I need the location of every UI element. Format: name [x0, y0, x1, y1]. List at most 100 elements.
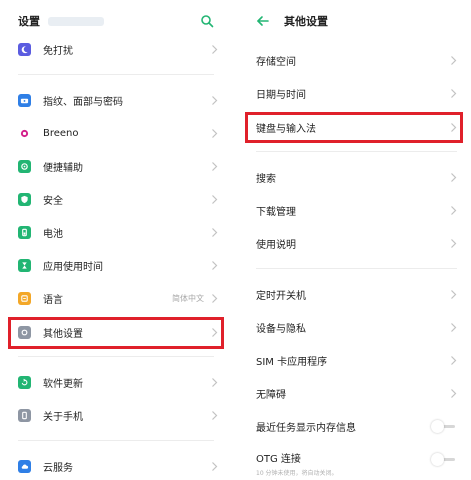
update-icon	[18, 376, 31, 389]
chevron-right-icon	[212, 411, 218, 420]
other-item-label: 定时开关机	[256, 291, 306, 302]
other-item-sim-apps[interactable]: SIM 卡应用程序	[240, 344, 471, 377]
chevron-right-icon	[212, 328, 218, 337]
back-arrow-icon[interactable]	[256, 14, 270, 28]
phone-info-icon	[18, 409, 31, 422]
cloud-icon	[18, 460, 31, 473]
chevron-right-icon	[451, 89, 457, 98]
settings-item-label: 电池	[43, 229, 63, 240]
other-settings-panel: 其他设置 存储空间 日期与时间 键盘与输入法 搜索 下载管理 使用说明 定时开关…	[240, 0, 471, 480]
search-icon[interactable]	[200, 14, 214, 28]
other-item-label: 使用说明	[256, 240, 296, 251]
settings-item-assist[interactable]: 便捷辅助	[0, 150, 232, 183]
other-item-label: 下载管理	[256, 207, 296, 218]
settings-item-label: 其他设置	[43, 329, 83, 340]
language-value: 简体中文	[172, 294, 204, 303]
settings-item-about-phone[interactable]: 关于手机	[0, 399, 232, 432]
toggle-knob	[431, 420, 444, 433]
language-icon	[18, 292, 31, 305]
other-item-label: 日期与时间	[256, 90, 306, 101]
settings-item-breeno[interactable]: Breeno	[0, 117, 232, 150]
other-item-search[interactable]: 搜索	[240, 161, 471, 194]
other-settings-header: 其他设置	[240, 10, 471, 32]
chevron-right-icon	[212, 228, 218, 237]
settings-item-label: 应用使用时间	[43, 262, 103, 273]
settings-item-app-usage-time[interactable]: 应用使用时间	[0, 249, 232, 282]
hourglass-icon	[18, 259, 31, 272]
blurred-account	[48, 16, 104, 26]
settings-item-label: 指纹、面部与密码	[43, 97, 123, 108]
chevron-right-icon	[212, 462, 218, 471]
page-title: 其他设置	[284, 15, 328, 28]
other-item-label: 键盘与输入法	[256, 124, 316, 135]
chevron-right-icon	[212, 45, 218, 54]
other-item-download-manager[interactable]: 下载管理	[240, 194, 471, 227]
settings-item-label: 语言	[43, 295, 63, 306]
chevron-right-icon	[451, 323, 457, 332]
divider	[18, 74, 214, 75]
other-item-label: 最近任务显示内存信息	[256, 423, 356, 434]
other-settings-icon	[18, 326, 31, 339]
battery-icon	[18, 226, 31, 239]
other-item-user-guide[interactable]: 使用说明	[240, 227, 471, 260]
recent-tasks-memory-toggle[interactable]	[431, 420, 457, 433]
other-item-device-privacy[interactable]: 设备与隐私	[240, 311, 471, 344]
page-title: 设置	[18, 15, 40, 28]
divider	[256, 151, 457, 152]
settings-item-label: 便捷辅助	[43, 163, 83, 174]
other-item-keyboard-input[interactable]: 键盘与输入法	[240, 111, 471, 144]
other-item-date-time[interactable]: 日期与时间	[240, 77, 471, 110]
status-bar	[240, 0, 471, 8]
divider	[18, 356, 214, 357]
breeno-icon	[18, 127, 31, 140]
moon-icon	[18, 43, 31, 56]
settings-item-do-not-disturb[interactable]: 免打扰	[0, 33, 232, 66]
chevron-right-icon	[451, 290, 457, 299]
assist-icon	[18, 160, 31, 173]
other-item-recent-tasks-memory[interactable]: 最近任务显示内存信息	[240, 410, 471, 443]
settings-item-fingerprint[interactable]: 指纹、面部与密码	[0, 84, 232, 117]
chevron-right-icon	[212, 294, 218, 303]
other-item-label: 无障碍	[256, 390, 286, 401]
other-item-label: 存储空间	[256, 57, 296, 68]
chevron-right-icon	[212, 195, 218, 204]
chevron-right-icon	[451, 206, 457, 215]
fingerprint-icon	[18, 94, 31, 107]
settings-item-label: 关于手机	[43, 412, 83, 423]
other-item-otg[interactable]: OTG 连接 10 分钟未使用，将自动关闭。	[240, 443, 471, 477]
settings-header: 设置	[0, 10, 232, 32]
shield-icon	[18, 193, 31, 206]
chevron-right-icon	[451, 239, 457, 248]
chevron-right-icon	[451, 123, 457, 132]
other-item-label: OTG 连接	[256, 454, 301, 465]
otg-description: 10 分钟未使用，将自动关闭。	[256, 470, 338, 477]
other-item-label: 搜索	[256, 174, 276, 185]
chevron-right-icon	[451, 356, 457, 365]
settings-item-label: 安全	[43, 196, 63, 207]
chevron-right-icon	[451, 56, 457, 65]
other-item-accessibility[interactable]: 无障碍	[240, 377, 471, 410]
chevron-right-icon	[212, 129, 218, 138]
chevron-right-icon	[451, 389, 457, 398]
settings-item-battery[interactable]: 电池	[0, 216, 232, 249]
settings-item-language[interactable]: 语言 简体中文	[0, 282, 232, 315]
settings-item-label: Breeno	[43, 128, 79, 139]
chevron-right-icon	[212, 96, 218, 105]
settings-item-other-settings[interactable]: 其他设置	[0, 316, 232, 349]
toggle-knob	[431, 453, 444, 466]
settings-item-label: 软件更新	[43, 379, 83, 390]
settings-item-software-update[interactable]: 软件更新	[0, 366, 232, 399]
other-item-scheduled-power[interactable]: 定时开关机	[240, 278, 471, 311]
divider	[18, 440, 214, 441]
other-item-label: 设备与隐私	[256, 324, 306, 335]
settings-panel: 设置 免打扰 指纹、面部与密码 Breeno 便捷辅助 安全 电池 应用使用时间…	[0, 0, 232, 480]
other-item-storage[interactable]: 存储空间	[240, 44, 471, 77]
chevron-right-icon	[451, 173, 457, 182]
otg-toggle[interactable]	[431, 453, 457, 466]
chevron-right-icon	[212, 162, 218, 171]
settings-item-label: 免打扰	[43, 46, 73, 57]
settings-item-security[interactable]: 安全	[0, 183, 232, 216]
settings-item-cloud-service[interactable]: 云服务	[0, 450, 232, 480]
status-bar	[0, 0, 232, 8]
other-item-label: SIM 卡应用程序	[256, 357, 328, 368]
